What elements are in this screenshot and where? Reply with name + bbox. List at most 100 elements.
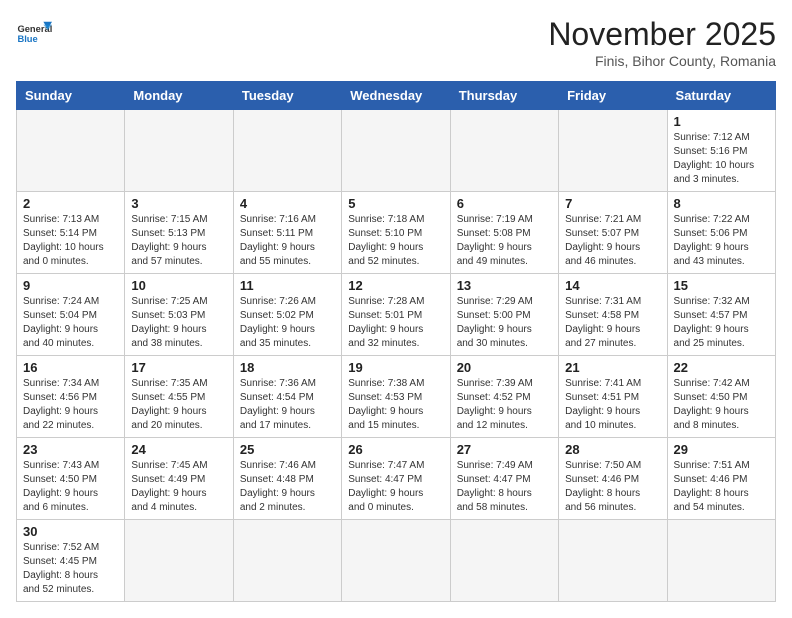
day-number: 12 <box>348 278 443 293</box>
day-number: 9 <box>23 278 118 293</box>
calendar-cell: 22 Sunrise: 7:42 AM Sunset: 4:50 PM Dayli… <box>667 356 775 438</box>
day-info: Sunrise: 7:51 AM Sunset: 4:46 PM Dayligh… <box>674 459 769 515</box>
calendar-cell: 4 Sunrise: 7:16 AM Sunset: 5:11 PM Daylig… <box>233 192 341 274</box>
calendar-cell: 10 Sunrise: 7:25 AM Sunset: 5:03 PM Dayli… <box>125 274 233 356</box>
calendar-cell: 14 Sunrise: 7:31 AM Sunset: 4:58 PM Dayli… <box>559 274 667 356</box>
calendar-cell: 30 Sunrise: 7:52 AM Sunset: 4:45 PM Dayli… <box>17 520 125 602</box>
day-number: 17 <box>131 360 226 375</box>
calendar-cell: 1 Sunrise: 7:12 AM Sunset: 5:16 PM Daylig… <box>667 110 775 192</box>
calendar-cell: 26 Sunrise: 7:47 AM Sunset: 4:47 PM Dayli… <box>342 438 450 520</box>
calendar-cell: 20Sunrise: 7:39 AM Sunset: 4:52 PM Dayli… <box>450 356 558 438</box>
calendar-cell: 11Sunrise: 7:26 AM Sunset: 5:02 PM Dayli… <box>233 274 341 356</box>
calendar-cell <box>233 520 341 602</box>
calendar-cell: 2 Sunrise: 7:13 AM Sunset: 5:14 PM Daylig… <box>17 192 125 274</box>
day-number: 15 <box>674 278 769 293</box>
calendar-cell <box>559 520 667 602</box>
day-info: Sunrise: 7:16 AM Sunset: 5:11 PM Dayligh… <box>240 213 335 269</box>
calendar-cell: 13 Sunrise: 7:29 AM Sunset: 5:00 PM Dayli… <box>450 274 558 356</box>
month-title: November 2025 <box>548 16 776 53</box>
day-number: 6 <box>457 196 552 211</box>
week-row-3: 9 Sunrise: 7:24 AM Sunset: 5:04 PM Daylig… <box>17 274 776 356</box>
logo-icon: General Blue <box>16 16 52 52</box>
day-number: 24 <box>131 442 226 457</box>
day-number: 23 <box>23 442 118 457</box>
weekday-header-sunday: Sunday <box>17 82 125 110</box>
day-info: Sunrise: 7:13 AM Sunset: 5:14 PM Dayligh… <box>23 213 118 269</box>
day-info: Sunrise: 7:19 AM Sunset: 5:08 PM Dayligh… <box>457 213 552 269</box>
day-info: Sunrise: 7:28 AM Sunset: 5:01 PM Dayligh… <box>348 295 443 351</box>
day-info: Sunrise: 7:25 AM Sunset: 5:03 PM Dayligh… <box>131 295 226 351</box>
calendar-cell: 6 Sunrise: 7:19 AM Sunset: 5:08 PM Daylig… <box>450 192 558 274</box>
day-info: Sunrise: 7:34 AM Sunset: 4:56 PM Dayligh… <box>23 377 118 433</box>
svg-text:Blue: Blue <box>17 34 37 44</box>
day-number: 5 <box>348 196 443 211</box>
calendar-cell: 24Sunrise: 7:45 AM Sunset: 4:49 PM Dayli… <box>125 438 233 520</box>
day-info: Sunrise: 7:50 AM Sunset: 4:46 PM Dayligh… <box>565 459 660 515</box>
calendar-cell: 21Sunrise: 7:41 AM Sunset: 4:51 PM Dayli… <box>559 356 667 438</box>
day-number: 19 <box>348 360 443 375</box>
day-number: 2 <box>23 196 118 211</box>
day-info: Sunrise: 7:35 AM Sunset: 4:55 PM Dayligh… <box>131 377 226 433</box>
day-info: Sunrise: 7:42 AM Sunset: 4:50 PM Dayligh… <box>674 377 769 433</box>
calendar-cell: 12 Sunrise: 7:28 AM Sunset: 5:01 PM Dayli… <box>342 274 450 356</box>
week-row-2: 2 Sunrise: 7:13 AM Sunset: 5:14 PM Daylig… <box>17 192 776 274</box>
calendar-cell: 29 Sunrise: 7:51 AM Sunset: 4:46 PM Dayli… <box>667 438 775 520</box>
calendar-cell: 25 Sunrise: 7:46 AM Sunset: 4:48 PM Dayli… <box>233 438 341 520</box>
calendar-cell: 7 Sunrise: 7:21 AM Sunset: 5:07 PM Daylig… <box>559 192 667 274</box>
day-number: 26 <box>348 442 443 457</box>
calendar-cell <box>125 520 233 602</box>
weekday-header-friday: Friday <box>559 82 667 110</box>
day-info: Sunrise: 7:52 AM Sunset: 4:45 PM Dayligh… <box>23 541 118 597</box>
week-row-6: 30 Sunrise: 7:52 AM Sunset: 4:45 PM Dayli… <box>17 520 776 602</box>
day-info: Sunrise: 7:47 AM Sunset: 4:47 PM Dayligh… <box>348 459 443 515</box>
day-info: Sunrise: 7:24 AM Sunset: 5:04 PM Dayligh… <box>23 295 118 351</box>
day-number: 1 <box>674 114 769 129</box>
week-row-5: 23 Sunrise: 7:43 AM Sunset: 4:50 PM Dayli… <box>17 438 776 520</box>
day-number: 7 <box>565 196 660 211</box>
calendar-cell: 19 Sunrise: 7:38 AM Sunset: 4:53 PM Dayli… <box>342 356 450 438</box>
calendar-cell: 15Sunrise: 7:32 AM Sunset: 4:57 PM Dayli… <box>667 274 775 356</box>
weekday-header-row: SundayMondayTuesdayWednesdayThursdayFrid… <box>17 82 776 110</box>
weekday-header-wednesday: Wednesday <box>342 82 450 110</box>
logo: General Blue <box>16 16 52 52</box>
week-row-1: 1 Sunrise: 7:12 AM Sunset: 5:16 PM Daylig… <box>17 110 776 192</box>
calendar-cell <box>17 110 125 192</box>
day-number: 16 <box>23 360 118 375</box>
calendar-cell: 17 Sunrise: 7:35 AM Sunset: 4:55 PM Dayli… <box>125 356 233 438</box>
calendar-cell: 16 Sunrise: 7:34 AM Sunset: 4:56 PM Dayli… <box>17 356 125 438</box>
day-number: 10 <box>131 278 226 293</box>
day-number: 25 <box>240 442 335 457</box>
calendar-cell <box>125 110 233 192</box>
calendar-cell <box>667 520 775 602</box>
weekday-header-saturday: Saturday <box>667 82 775 110</box>
calendar-cell: 18Sunrise: 7:36 AM Sunset: 4:54 PM Dayli… <box>233 356 341 438</box>
day-number: 28 <box>565 442 660 457</box>
day-info: Sunrise: 7:31 AM Sunset: 4:58 PM Dayligh… <box>565 295 660 351</box>
day-info: Sunrise: 7:29 AM Sunset: 5:00 PM Dayligh… <box>457 295 552 351</box>
calendar-table: SundayMondayTuesdayWednesdayThursdayFrid… <box>16 81 776 602</box>
day-number: 30 <box>23 524 118 539</box>
day-info: Sunrise: 7:38 AM Sunset: 4:53 PM Dayligh… <box>348 377 443 433</box>
day-info: Sunrise: 7:41 AM Sunset: 4:51 PM Dayligh… <box>565 377 660 433</box>
calendar-cell <box>233 110 341 192</box>
day-number: 29 <box>674 442 769 457</box>
day-number: 13 <box>457 278 552 293</box>
calendar-cell: 23 Sunrise: 7:43 AM Sunset: 4:50 PM Dayli… <box>17 438 125 520</box>
day-info: Sunrise: 7:36 AM Sunset: 4:54 PM Dayligh… <box>240 377 335 433</box>
day-number: 20 <box>457 360 552 375</box>
calendar-cell: 27Sunrise: 7:49 AM Sunset: 4:47 PM Dayli… <box>450 438 558 520</box>
day-info: Sunrise: 7:46 AM Sunset: 4:48 PM Dayligh… <box>240 459 335 515</box>
calendar-cell <box>342 520 450 602</box>
day-number: 14 <box>565 278 660 293</box>
weekday-header-tuesday: Tuesday <box>233 82 341 110</box>
day-number: 4 <box>240 196 335 211</box>
day-info: Sunrise: 7:12 AM Sunset: 5:16 PM Dayligh… <box>674 131 769 187</box>
day-info: Sunrise: 7:26 AM Sunset: 5:02 PM Dayligh… <box>240 295 335 351</box>
day-info: Sunrise: 7:21 AM Sunset: 5:07 PM Dayligh… <box>565 213 660 269</box>
day-info: Sunrise: 7:43 AM Sunset: 4:50 PM Dayligh… <box>23 459 118 515</box>
weekday-header-monday: Monday <box>125 82 233 110</box>
day-info: Sunrise: 7:18 AM Sunset: 5:10 PM Dayligh… <box>348 213 443 269</box>
weekday-header-thursday: Thursday <box>450 82 558 110</box>
title-area: November 2025 Finis, Bihor County, Roman… <box>548 16 776 69</box>
day-number: 22 <box>674 360 769 375</box>
